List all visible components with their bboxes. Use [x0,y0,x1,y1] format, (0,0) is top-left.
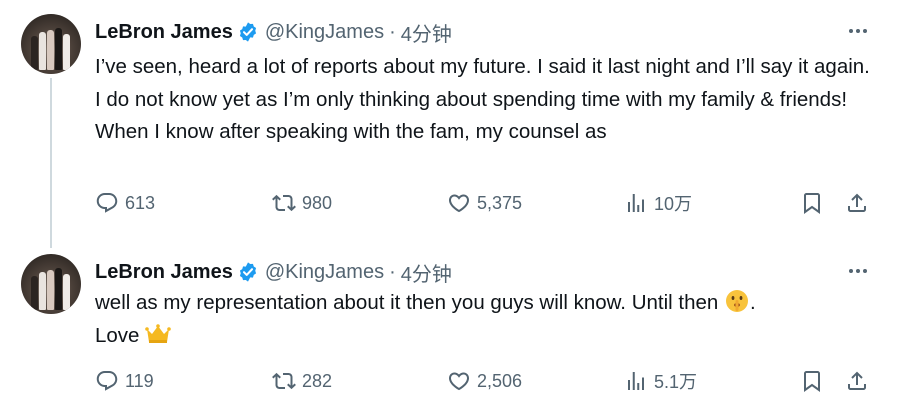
avatar[interactable] [21,254,81,314]
action-bar: 613 980 5,375 10万 [95,188,877,218]
views-button[interactable]: 10万 [624,188,692,218]
reply-button[interactable]: 613 [95,188,155,218]
share-button[interactable] [845,366,869,396]
retweet-count: 282 [302,370,333,391]
like-button[interactable]: 5,375 [447,188,522,218]
handle[interactable]: @KingJames [265,261,384,284]
avatar-figure [31,36,38,70]
avatar-figure [39,272,46,310]
more-icon[interactable] [847,262,869,280]
more-icon[interactable] [847,22,869,40]
bookmark-icon [804,371,820,392]
tweet[interactable]: LeBron James @KingJames · 4分钟 well as my… [0,240,897,408]
reply-icon [96,371,118,391]
tweet-text-line1: well as my representation about it then … [95,291,724,314]
reply-count: 119 [125,370,154,391]
bookmark-button[interactable] [800,366,824,396]
timestamp[interactable]: 4分钟 [401,258,452,287]
avatar-figure [47,270,54,310]
avatar-figure [55,28,62,70]
tweet-text: well as my representation about it then … [95,287,875,352]
separator-dot: · [389,20,396,43]
tweet-text: I’ve seen, heard a lot of reports about … [95,55,876,143]
share-icon [848,371,866,390]
tweet-text-line2: Love [95,323,146,347]
like-button[interactable]: 2,506 [447,366,522,396]
bookmark-icon [804,193,820,214]
views-chart-icon [628,372,644,390]
heart-icon [448,372,470,391]
reply-icon [96,193,118,213]
action-bar: 119 282 2,506 5.1万 [95,366,877,396]
display-name[interactable]: LeBron James [95,21,233,44]
verified-badge-icon[interactable] [237,21,259,43]
display-name[interactable]: LeBron James [95,261,233,284]
thread-line [50,78,52,248]
tweet-text-period: . [750,291,756,314]
reply-button[interactable]: 119 [95,366,154,396]
heart-icon [448,194,470,213]
retweet-count: 980 [302,192,333,213]
handle[interactable]: @KingJames [265,21,384,44]
avatar[interactable] [21,14,81,74]
share-icon [848,193,866,212]
verified-badge-icon[interactable] [237,261,259,283]
retweet-icon [272,372,296,390]
like-count: 2,506 [477,370,523,391]
avatar-figure [47,30,54,70]
avatar-figure [39,32,46,70]
like-count: 5,375 [477,192,523,213]
avatar-figure [63,274,70,310]
avatar-figure [63,34,70,70]
retweet-button[interactable]: 980 [272,188,332,218]
crown-emoji [145,323,171,343]
share-button[interactable] [845,188,869,218]
tweet-header: LeBron James @KingJames · 4分钟 [95,257,452,287]
views-button[interactable]: 5.1万 [624,366,697,396]
separator-dot: · [389,260,396,283]
views-count: 5.1万 [654,372,698,392]
avatar-figure [55,268,62,310]
views-chart-icon [628,194,644,212]
bookmark-button[interactable] [800,188,824,218]
retweet-icon [272,194,296,212]
avatar-figure [31,276,38,310]
views-count: 10万 [654,194,693,214]
reply-count: 613 [125,192,156,213]
retweet-button[interactable]: 282 [272,366,332,396]
tweet[interactable]: LeBron James @KingJames · 4分钟 I’ve seen,… [0,0,897,248]
timestamp[interactable]: 4分钟 [401,18,452,47]
shushing-face-emoji [726,290,748,312]
tweet-header: LeBron James @KingJames · 4分钟 [95,17,452,47]
